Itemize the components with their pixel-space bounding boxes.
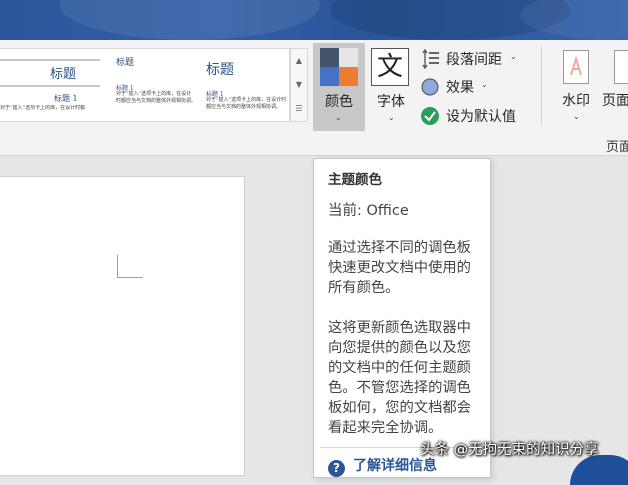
title-bar: [0, 0, 628, 40]
chevron-down-icon: ⌄: [481, 80, 488, 89]
crop-mark: [117, 255, 118, 277]
colors-button[interactable]: 颜色 ⌄: [313, 43, 365, 131]
theme-color-swatch: [339, 48, 358, 67]
tooltip-title: 主题颜色: [328, 172, 382, 188]
watermark-credit: 头条 @无拘无束的知识分享: [420, 442, 599, 458]
fonts-label: 字体: [377, 94, 405, 110]
thumb-title: 标题: [50, 67, 77, 82]
effects-label: 效果: [446, 80, 474, 96]
paragraph-spacing-icon: [422, 49, 439, 69]
page-color-label: 页面: [602, 93, 628, 109]
paragraph-spacing-label: 段落间距: [446, 52, 502, 68]
theme-color-swatch: [320, 67, 339, 86]
thumb-title: 标题: [206, 62, 234, 78]
chevron-down-icon: ⌄: [573, 112, 580, 121]
thumb-text: 对于“插入”选项卡上的库，在设计时都应当与文档的整体外观相协调。: [206, 97, 287, 110]
chevron-down-icon: ⌄: [510, 52, 517, 61]
learn-more-label: 了解详细信息: [353, 458, 437, 474]
theme-color-swatch: [339, 67, 358, 86]
chevron-down-icon: ⌄: [335, 113, 342, 122]
document-page[interactable]: [0, 176, 245, 476]
theme-colors-icon: [320, 48, 358, 86]
crop-mark: [117, 277, 143, 278]
tooltip-current-theme: 当前: Office: [328, 203, 409, 219]
thumb-subtitle: 标题 1: [54, 94, 78, 103]
ribbon-group-label: 页面: [606, 140, 628, 155]
theme-color-swatch: [320, 48, 339, 67]
chevron-down-icon: ⌄: [388, 113, 395, 122]
fonts-button[interactable]: 文 字体 ⌄: [370, 46, 412, 126]
ribbon-separator: [541, 46, 542, 126]
checkmark-icon: [421, 107, 439, 125]
style-set-thumbnail[interactable]: 标题 标题 1 对于“插入”选项卡上的库，在设计时都应当与文档的整体外观相协调。: [112, 53, 196, 119]
thumb-title: 标题: [116, 58, 135, 68]
theme-colors-tooltip: 主题颜色 当前: Office 通过选择不同的调色板快速更改文档中使用的所有颜色…: [313, 158, 491, 478]
tooltip-description: 这将更新颜色选取器中向您提供的颜色以及您的文档中的任何主题颜色。不管您选择的调色…: [328, 320, 471, 436]
style-set-thumbnail[interactable]: 标题 标题 1 对于“插入”选项卡上的库，在设计时都应当与文档的整体外观相协调。: [204, 53, 288, 119]
watermark-label: 水印: [562, 93, 590, 109]
page-color-icon: [614, 50, 628, 84]
style-set-thumbnail[interactable]: 标题 标题 1 对于“插入”选项卡上的库，在设计时都: [0, 53, 100, 119]
thumb-text: 对于“插入”选项卡上的库，在设计时都应当与文档的整体外观相协调。: [116, 91, 196, 104]
chevron-down-icon[interactable]: ▼: [291, 73, 307, 97]
tooltip-description: 通过选择不同的调色板快速更改文档中使用的所有颜色。: [328, 240, 471, 296]
fonts-icon: 文: [371, 48, 409, 86]
thumb-rule: [0, 85, 100, 87]
gallery-scrollbar[interactable]: ▲ ▼ ☰: [290, 48, 308, 122]
corner-decoration: [570, 455, 628, 485]
thumb-rule: [0, 59, 100, 61]
set-as-default-label: 设为默认值: [446, 109, 516, 125]
title-bar-wave: [520, 0, 628, 40]
ribbon-design-tab: 标题 标题 1 对于“插入”选项卡上的库，在设计时都 标题 标题 1 对于“插入…: [0, 40, 628, 156]
gallery-more-icon[interactable]: ☰: [291, 97, 307, 121]
title-bar-wave: [60, 0, 320, 40]
thumb-text: 对于“插入”选项卡上的库，在设计时都: [0, 105, 86, 111]
effects-icon: [421, 78, 439, 96]
colors-label: 颜色: [325, 94, 353, 110]
page-color-button[interactable]: 页面: [600, 48, 628, 128]
style-set-gallery: 标题 标题 1 对于“插入”选项卡上的库，在设计时都 标题 标题 1 对于“插入…: [0, 48, 290, 122]
watermark-button[interactable]: 水印 ⌄: [556, 48, 596, 128]
help-icon: ?: [328, 460, 345, 477]
watermark-icon: [563, 50, 589, 84]
chevron-up-icon[interactable]: ▲: [291, 49, 307, 73]
